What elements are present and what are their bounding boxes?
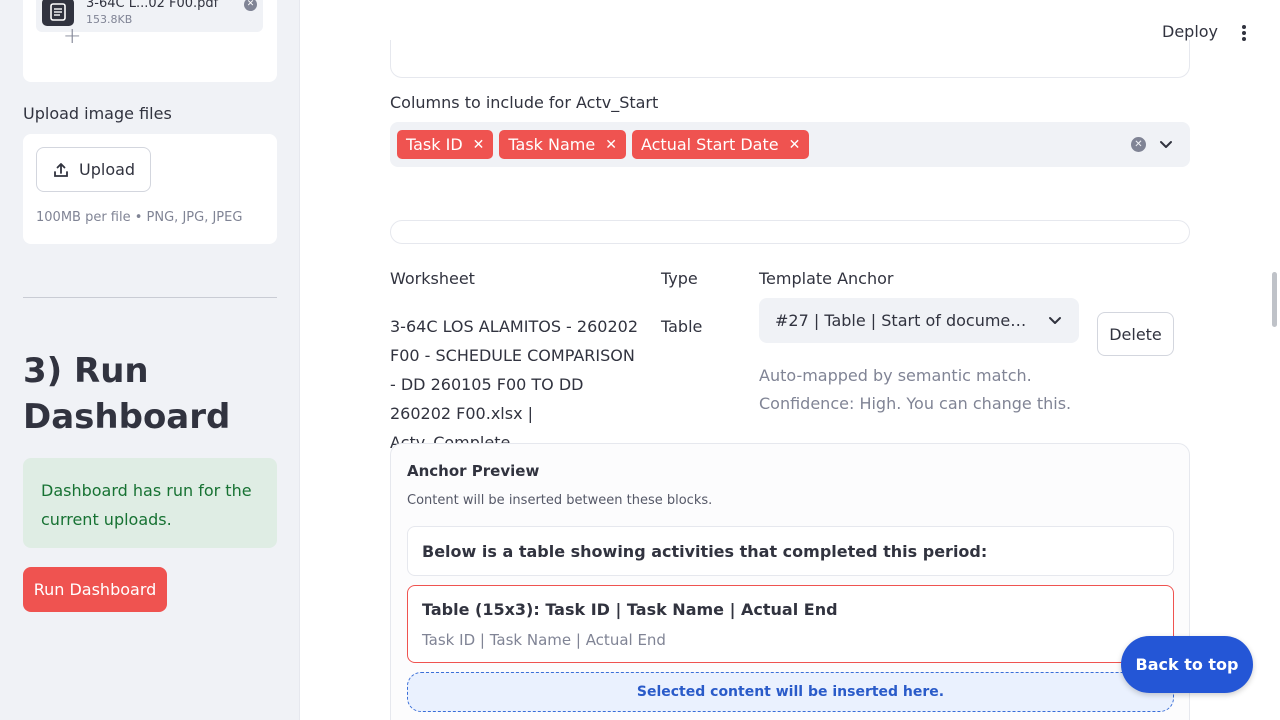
chevron-down-icon (1049, 317, 1061, 324)
upload-label: Upload image files (23, 104, 172, 123)
insert-placeholder: Selected content will be inserted here. (407, 672, 1174, 712)
remove-tag-icon[interactable]: ✕ (473, 137, 485, 153)
empty-container (390, 220, 1190, 244)
columns-label: Columns to include for Actv_Start (390, 93, 659, 112)
run-dashboard-button[interactable]: Run Dashboard (23, 567, 167, 612)
plus-icon[interactable]: + (63, 24, 81, 49)
section-title: 3) Run Dashboard (23, 351, 231, 437)
preview-block-before: Below is a table showing activities that… (407, 526, 1174, 576)
anchor-block-subtitle: Task ID | Task Name | Actual End (422, 631, 666, 649)
upload-hint: 100MB per file • PNG, JPG, JPEG (36, 210, 243, 225)
file-name: 3-64C L...02 F00.pdf (86, 0, 219, 11)
upload-button-label: Upload (79, 160, 136, 179)
file-uploader-card: 3-64C L...02 F00.pdf 153.8KB ✕ + (23, 0, 277, 82)
delete-button[interactable]: Delete (1097, 312, 1174, 356)
previous-container (390, 40, 1190, 78)
preview-anchor-block: Table (15x3): Task ID | Task Name | Actu… (407, 585, 1174, 663)
file-size: 153.8KB (86, 13, 133, 26)
preview-subtitle: Content will be inserted between these b… (407, 493, 713, 508)
kebab-menu-icon[interactable] (1236, 22, 1252, 44)
column-tag[interactable]: Actual Start Date ✕ (631, 130, 810, 159)
close-circle-icon[interactable]: ✕ (244, 0, 257, 11)
preview-title: Anchor Preview (407, 462, 540, 480)
anchor-select-value: #27 | Table | Start of document | ... (775, 311, 1033, 330)
image-uploader-card: Upload 100MB per file • PNG, JPG, JPEG (23, 134, 277, 244)
anchor-select[interactable]: #27 | Table | Start of document | ... (759, 298, 1079, 343)
chevron-down-icon[interactable] (1158, 136, 1174, 152)
anchor-block-title: Table (15x3): Task ID | Task Name | Actu… (422, 600, 838, 619)
clear-all-icon[interactable]: ✕ (1131, 137, 1146, 152)
sidebar-divider (23, 297, 277, 298)
auto-map-caption: Auto-mapped by semantic match. Confidenc… (759, 366, 1072, 413)
success-alert: Dashboard has run for the current upload… (23, 458, 277, 548)
upload-button[interactable]: Upload (36, 147, 151, 192)
columns-multiselect[interactable]: Task ID ✕ Task Name ✕ Actual Start Date ✕ ✕ (390, 122, 1190, 167)
deploy-button[interactable]: Deploy (1162, 22, 1218, 41)
column-tag[interactable]: Task Name ✕ (499, 130, 626, 159)
scrollbar[interactable] (1272, 272, 1277, 327)
anchor-preview: Anchor Preview Content will be inserted … (390, 443, 1190, 720)
back-to-top-button[interactable]: Back to top (1121, 636, 1253, 693)
worksheet-name: 3-64C LOS ALAMITOS - 260202 F00 - SCHEDU… (390, 317, 638, 452)
type-value: Table (661, 317, 703, 336)
document-icon (42, 0, 74, 26)
upload-icon (54, 162, 68, 177)
sidebar: 3-64C L...02 F00.pdf 153.8KB ✕ + Upload … (0, 0, 300, 720)
worksheet-header: Worksheet (390, 269, 475, 288)
remove-tag-icon[interactable]: ✕ (605, 137, 617, 153)
column-tag[interactable]: Task ID ✕ (397, 130, 494, 159)
anchor-header: Template Anchor (759, 269, 894, 288)
remove-tag-icon[interactable]: ✕ (789, 137, 801, 153)
type-header: Type (661, 269, 698, 288)
